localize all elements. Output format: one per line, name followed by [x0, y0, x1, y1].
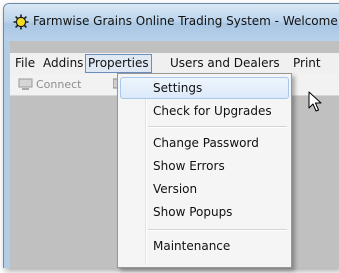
menu-item-check-for-upgrades[interactable]: Check for Upgrades [120, 100, 289, 122]
title-bar[interactable]: Farmwise Grains Online Trading System - … [4, 4, 339, 41]
connect-button[interactable]: Connect [36, 78, 81, 91]
menu-item-change-password[interactable]: Change Password [120, 132, 289, 154]
menu-item-settings[interactable]: Settings [120, 77, 289, 99]
menu-item-show-errors[interactable]: Show Errors [120, 155, 289, 177]
menu-item-maintenance[interactable]: Maintenance [120, 235, 289, 257]
menu-addins[interactable]: Addins [40, 56, 86, 71]
sun-icon[interactable] [13, 14, 29, 30]
properties-dropdown-menu: Settings Check for Upgrades Change Passw… [117, 73, 292, 268]
menu-users-and-dealers[interactable]: Users and Dealers [167, 56, 283, 71]
menu-item-version[interactable]: Version [120, 178, 289, 200]
mouse-pointer-icon [308, 91, 322, 112]
menu-bar: File Addins Properties Users and Dealers… [10, 53, 339, 74]
monitor-icon [18, 78, 33, 90]
menu-properties[interactable]: Properties [85, 54, 152, 73]
menu-separator [148, 229, 287, 231]
menu-file[interactable]: File [12, 56, 38, 71]
menu-print[interactable]: Print [290, 56, 324, 71]
window-title: Farmwise Grains Online Trading System - … [33, 14, 338, 28]
menu-separator [148, 126, 287, 128]
menu-item-show-popups[interactable]: Show Popups [120, 201, 289, 223]
